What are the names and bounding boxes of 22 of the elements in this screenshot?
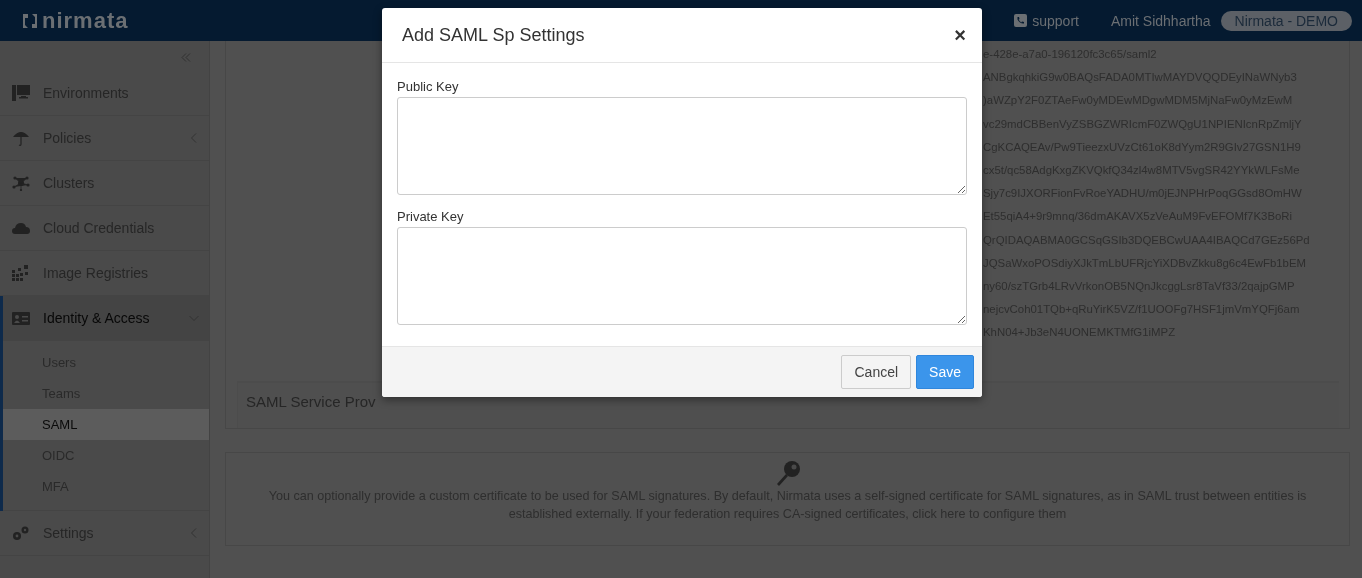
save-button[interactable]: Save (916, 355, 974, 389)
cloud-icon (12, 220, 30, 236)
field-label: Public Key (397, 79, 460, 94)
umbrella-icon (12, 130, 30, 146)
user-name[interactable]: Amit Sidhhartha (1110, 12, 1211, 29)
id-card-icon (12, 310, 30, 326)
sidebar-subitem[interactable]: SAML (3, 409, 209, 440)
network-icon (12, 175, 30, 191)
support-link[interactable]: support (1032, 12, 1079, 29)
close-button[interactable]: × (952, 23, 968, 47)
phone-icon (1014, 14, 1028, 27)
cancel-button[interactable]: Cancel (841, 355, 912, 389)
key-textarea[interactable] (397, 227, 967, 325)
logo-text: nirmata (42, 7, 129, 34)
field-label: Private Key (397, 209, 465, 224)
sidebar-item[interactable]: Identity & Access (3, 296, 209, 341)
tenant-pill[interactable]: Nirmata - DEMO (1220, 10, 1352, 31)
blocks-icon (12, 265, 30, 281)
gears-icon (12, 525, 30, 541)
modal-title: Add SAML Sp Settings (402, 24, 585, 46)
key-textarea[interactable] (397, 97, 967, 195)
monitor-icon (12, 85, 30, 101)
